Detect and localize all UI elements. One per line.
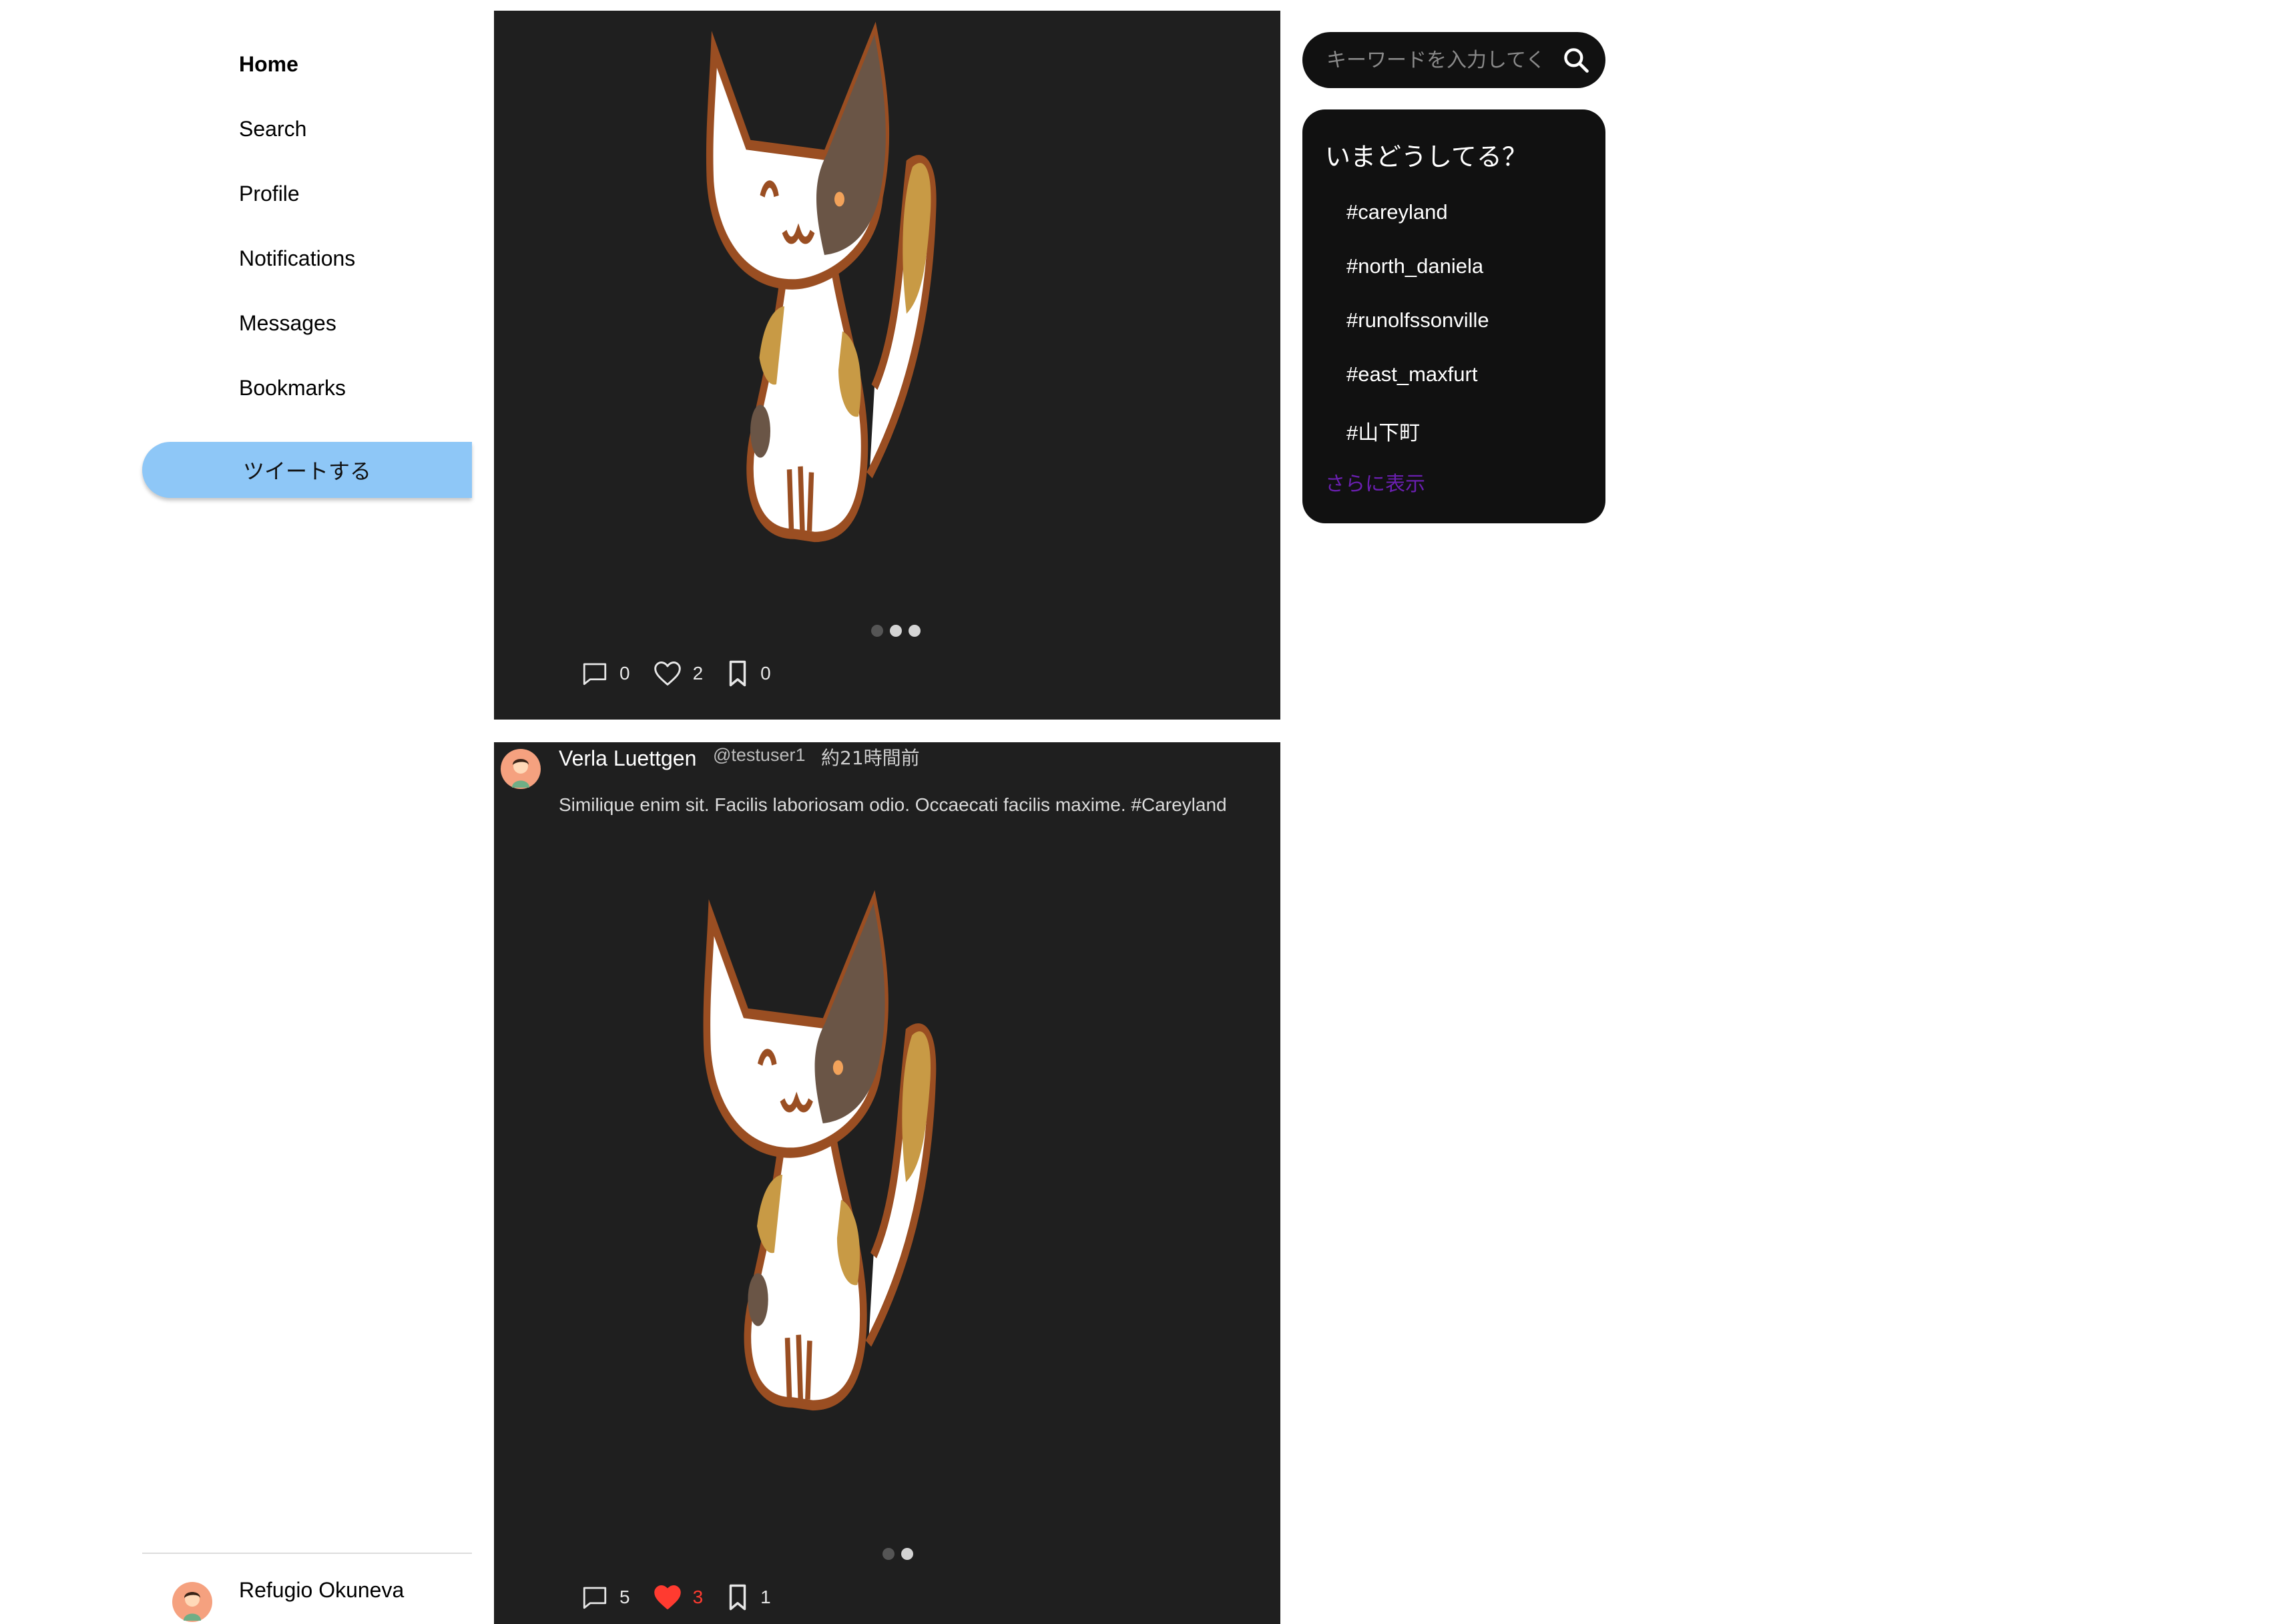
bookmark-count: 1 [760,1587,771,1607]
heart-icon [654,661,681,686]
author-name[interactable]: Verla Luettgen [559,746,696,771]
trends-title: いまどうしてる？ [1325,142,1527,172]
sidebar-divider [142,1553,472,1554]
carousel-dot[interactable] [909,625,921,637]
trend-item[interactable]: #east_maxfurt [1346,362,1477,386]
bookmark-count: 0 [760,663,771,684]
carousel-dot[interactable] [871,625,883,637]
comment-icon [583,1587,607,1609]
post-image[interactable] [674,0,955,578]
tweet-button[interactable]: ツイートする [142,442,472,498]
trend-item[interactable]: #runolfssonville [1346,308,1489,332]
bookmark-button[interactable]: 0 [726,659,771,688]
trends-panel: いまどうしてる？ #careyland #north_daniela #runo… [1302,109,1605,523]
current-user-avatar[interactable] [172,1582,212,1622]
like-count: 3 [692,1587,704,1607]
trend-item[interactable]: #山下町 [1346,416,1420,446]
carousel-dots [882,1548,913,1560]
comment-button[interactable]: 0 [581,659,630,688]
show-more-link[interactable]: さらに表示 [1325,467,1425,497]
like-count: 2 [692,663,704,684]
post-timestamp: 約21時間前 [821,747,920,769]
current-user-name[interactable]: Refugio Okuneva [239,1578,404,1603]
post-image[interactable] [671,859,955,1446]
post-card: Verla Luettgen @testuser1 約21時間前 Similiq… [494,742,1280,1624]
post-actions: 5 3 1 [581,1583,794,1611]
sidebar: Home Search Profile Notifications Messag… [0,0,474,1624]
comment-count: 5 [619,1587,630,1607]
post-actions: 0 2 0 [581,659,794,688]
search-icon[interactable] [1561,45,1591,75]
nav-notifications[interactable]: Notifications [239,245,355,272]
post-text: Similique enim sit. Facilis laboriosam o… [559,794,1227,815]
nav-search[interactable]: Search [239,115,306,142]
bookmark-button[interactable]: 1 [726,1583,771,1611]
carousel-dot[interactable] [882,1548,895,1560]
heart-filled-icon [654,1585,681,1609]
search-bar [1302,32,1605,88]
nav-home[interactable]: Home [239,51,298,77]
post-card: 0 2 0 [494,11,1280,720]
search-input[interactable] [1325,47,1548,73]
trend-item[interactable]: #north_daniela [1346,254,1483,278]
like-button[interactable]: 3 [653,1583,704,1611]
author-handle[interactable]: @testuser1 [713,745,805,766]
comment-count: 0 [619,663,630,684]
nav-profile[interactable]: Profile [239,180,300,207]
nav-bookmarks[interactable]: Bookmarks [239,374,346,401]
author-avatar[interactable] [501,749,541,789]
comment-button[interactable]: 5 [581,1583,630,1611]
nav-messages[interactable]: Messages [239,310,336,336]
carousel-dot[interactable] [890,625,902,637]
carousel-dot[interactable] [901,1548,913,1560]
bookmark-icon [729,1584,746,1611]
trend-item[interactable]: #careyland [1346,200,1448,224]
carousel-dots [871,625,921,637]
bookmark-icon [729,660,746,687]
like-button[interactable]: 2 [653,659,704,688]
comment-icon [583,663,607,686]
